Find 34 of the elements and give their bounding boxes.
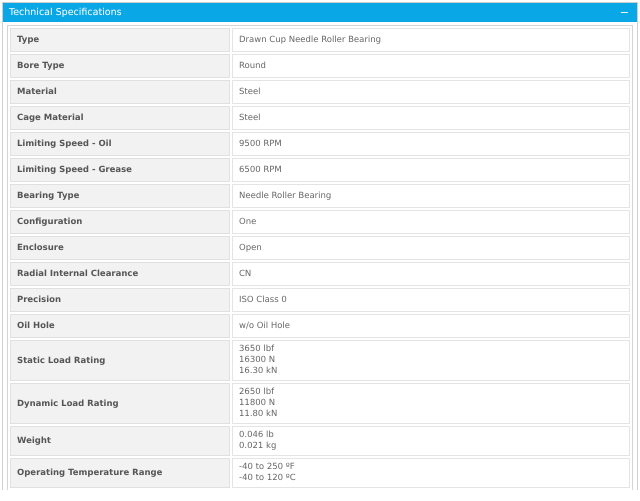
collapse-button[interactable]: − — [618, 7, 631, 18]
spec-label: Bore Type — [10, 54, 230, 78]
spec-value: -40 to 250 ºF -40 to 120 ºC — [232, 458, 630, 488]
spec-label: Bearing Type — [10, 184, 230, 208]
spec-value: CN — [232, 262, 630, 286]
spec-label: Material — [10, 80, 230, 104]
spec-label: Cage Material — [10, 106, 230, 130]
spec-label: Enclosure — [10, 236, 230, 260]
spec-label: Oil Hole — [10, 314, 230, 338]
spec-label: Precision — [10, 288, 230, 312]
spec-label: Static Load Rating — [10, 340, 230, 381]
spec-value: Drawn Cup Needle Roller Bearing — [232, 28, 630, 52]
spec-value: One — [232, 210, 630, 234]
spec-label: Dynamic Load Rating — [10, 383, 230, 424]
spec-value: 9500 RPM — [232, 132, 630, 156]
spec-label: Radial Internal Clearance — [10, 262, 230, 286]
spec-value: Needle Roller Bearing — [232, 184, 630, 208]
spec-value: 6500 RPM — [232, 158, 630, 182]
spec-value: Steel — [232, 106, 630, 130]
spec-label: Type — [10, 28, 230, 52]
spec-value: Open — [232, 236, 630, 260]
spec-value: 2650 lbf 11800 N 11.80 kN — [232, 383, 630, 424]
spec-label: Limiting Speed - Oil — [10, 132, 230, 156]
spec-label: Operating Temperature Range — [10, 458, 230, 488]
spec-value: w/o Oil Hole — [232, 314, 630, 338]
spec-value: ISO Class 0 — [232, 288, 630, 312]
spec-label: Weight — [10, 426, 230, 456]
spec-label: Limiting Speed - Grease — [10, 158, 230, 182]
spec-value: 0.046 lb 0.021 kg — [232, 426, 630, 456]
spec-value: Round — [232, 54, 630, 78]
spec-value: 3650 lbf 16300 N 16.30 kN — [232, 340, 630, 381]
spec-value: Steel — [232, 80, 630, 104]
spec-label: Configuration — [10, 210, 230, 234]
panel-title: Technical Specifications — [9, 7, 122, 18]
